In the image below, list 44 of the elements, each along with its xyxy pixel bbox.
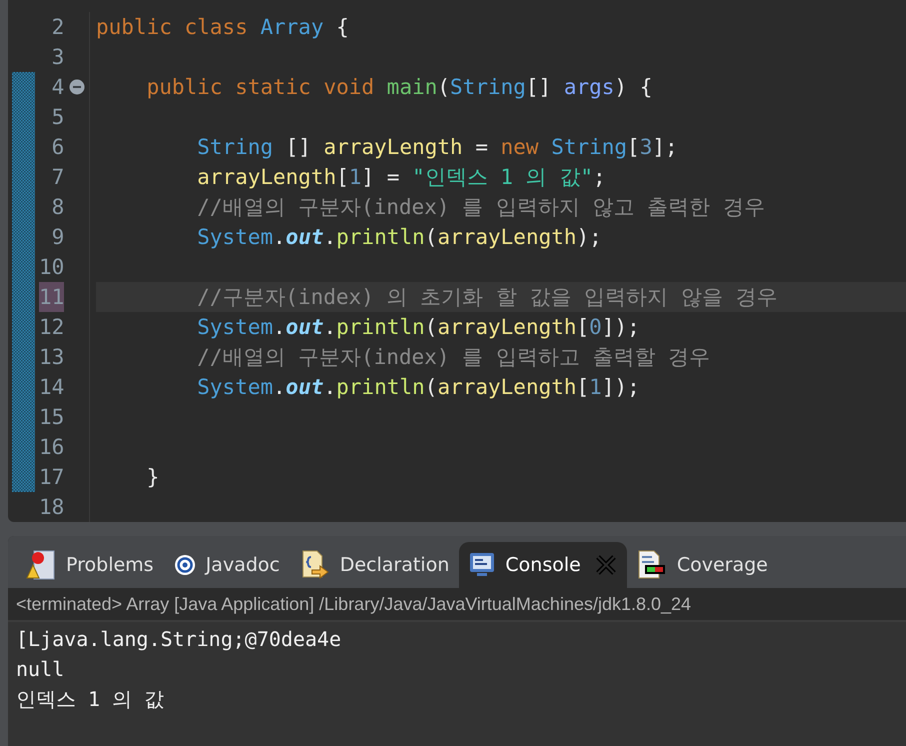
panel-tab[interactable]: Problems bbox=[16, 542, 164, 588]
line-number: 8 bbox=[52, 194, 64, 221]
line-number: 16 bbox=[39, 434, 64, 461]
monitor-icon bbox=[469, 552, 496, 578]
console-status: <terminated> Array [Java Application] /Library/Java/JavaVirtualMachines/jdk1.8.0_24 bbox=[16, 592, 692, 616]
line-number: 7 bbox=[52, 164, 64, 191]
code-line: public class Array { bbox=[96, 14, 349, 41]
collapse-icon[interactable] bbox=[68, 79, 85, 95]
console-output-line: [Ljava.lang.String;@70dea4e bbox=[16, 626, 342, 653]
line-number: 4 bbox=[52, 74, 64, 101]
line-number: 3 bbox=[52, 44, 64, 71]
line-number: 9 bbox=[52, 224, 64, 251]
code-line: } bbox=[146, 464, 160, 491]
code-line: arrayLength[1] = "인덱스 1 의 값"; bbox=[196, 164, 606, 191]
line-number: 14 bbox=[39, 374, 64, 401]
line-number: 18 bbox=[39, 494, 64, 521]
panel-tab[interactable]: Javadoc bbox=[164, 542, 290, 588]
code-line: String [] arrayLength = new String[3]; bbox=[196, 134, 678, 161]
line-number: 17 bbox=[39, 464, 64, 491]
code-line: //배열의 구분자(index) 를 입력하고 출력할 경우 bbox=[196, 344, 710, 371]
code-line: //배열의 구분자(index) 를 입력하지 않고 출력한 경우 bbox=[196, 194, 765, 221]
console-output-line: null bbox=[16, 656, 64, 683]
document-arrow-icon bbox=[300, 549, 330, 581]
console-output-line: 인덱스 1 의 값 bbox=[16, 686, 164, 713]
line-number: 13 bbox=[39, 344, 64, 371]
panel-tab[interactable]: Coverage bbox=[626, 542, 778, 588]
line-number: 12 bbox=[39, 314, 64, 341]
at-sign-icon bbox=[174, 554, 196, 576]
code-line: System.out.println(arrayLength[1]); bbox=[196, 374, 640, 401]
code-line: System.out.println(arrayLength); bbox=[196, 224, 602, 251]
code-line: System.out.println(arrayLength[0]); bbox=[196, 314, 640, 341]
code-editor[interactable] bbox=[8, 0, 906, 522]
coverage-icon bbox=[636, 550, 667, 580]
problems-icon bbox=[26, 549, 56, 581]
line-number: 5 bbox=[52, 104, 64, 131]
line-number: 10 bbox=[39, 254, 64, 281]
line-number: 15 bbox=[39, 404, 64, 431]
line-number: 11 bbox=[39, 282, 64, 312]
line-number: 6 bbox=[52, 134, 64, 161]
panel-tab[interactable]: Console bbox=[459, 542, 627, 588]
code-line: public static void main(String[] args) { bbox=[146, 74, 652, 101]
line-number: 2 bbox=[52, 14, 64, 41]
code-line: //구분자(index) 의 초기화 할 값을 입력하지 않을 경우 bbox=[196, 284, 778, 311]
panel-tab[interactable]: Declaration bbox=[290, 542, 460, 588]
